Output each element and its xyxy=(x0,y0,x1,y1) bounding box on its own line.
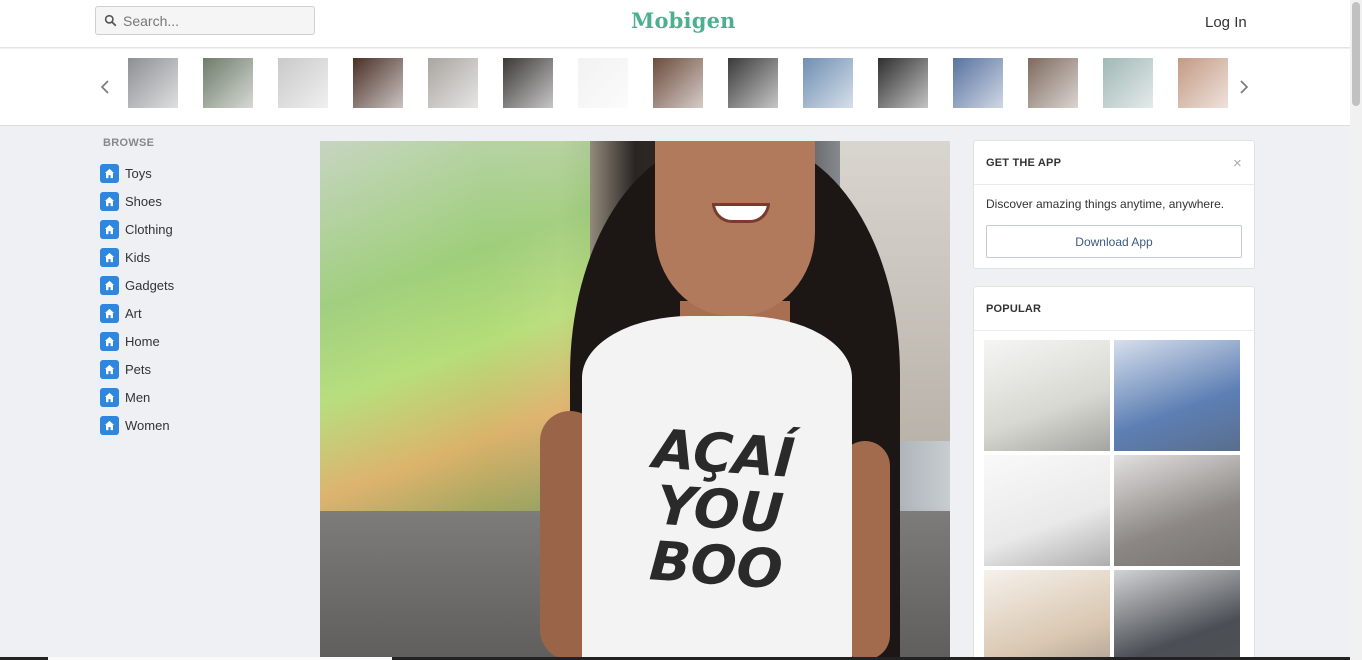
thumbnail-item[interactable] xyxy=(128,58,178,108)
wallet-photo xyxy=(653,58,703,108)
thumbnail-item[interactable] xyxy=(1103,58,1153,108)
black-sunglasses-photo xyxy=(578,58,628,108)
sidebar-item-label: Toys xyxy=(125,165,152,181)
tank-top-photo xyxy=(128,58,178,108)
thumbnail-item[interactable] xyxy=(1178,58,1228,108)
printer-device-photo[interactable] xyxy=(1114,570,1240,660)
honeycomb-shelf-photo[interactable] xyxy=(984,570,1110,660)
blonde-woman-photo xyxy=(1028,58,1078,108)
sidebar-item-pets[interactable]: Pets xyxy=(100,355,174,383)
home-icon xyxy=(100,191,119,211)
sidebar-item-label: Home xyxy=(125,333,160,349)
thumbnail-item[interactable] xyxy=(278,58,328,108)
thumbnail-item[interactable] xyxy=(1028,58,1078,108)
thumbnail-item[interactable] xyxy=(728,58,778,108)
woman-hands-photo xyxy=(1178,58,1228,108)
chevron-right-icon[interactable] xyxy=(1237,78,1251,96)
thumbnail-item[interactable] xyxy=(803,58,853,108)
browse-heading: BROWSE xyxy=(103,137,155,149)
sidebar-item-label: Men xyxy=(125,389,151,405)
search-box[interactable] xyxy=(95,6,315,35)
model-face xyxy=(655,141,815,316)
suit-watch-photo xyxy=(728,58,778,108)
page-scrollbar[interactable] xyxy=(1350,0,1362,660)
chevron-left-icon[interactable] xyxy=(98,78,112,96)
sidebar-item-women[interactable]: Women xyxy=(100,411,174,439)
home-icon xyxy=(100,415,119,435)
thumbnail-item[interactable] xyxy=(203,58,253,108)
road-rug-photo[interactable] xyxy=(1114,340,1240,451)
home-icon xyxy=(100,359,119,379)
sidebar-item-label: Kids xyxy=(125,249,151,265)
sidebar-item-art[interactable]: Art xyxy=(100,299,174,327)
thumbnail-strip xyxy=(0,49,1350,126)
home-icon xyxy=(100,303,119,323)
get-app-card: GET THE APP × Discover amazing things an… xyxy=(973,140,1255,269)
search-input[interactable] xyxy=(123,12,303,29)
sidebar-item-label: Pets xyxy=(125,361,152,377)
scrollbar-thumb[interactable] xyxy=(1352,2,1360,106)
robot-toy-photo xyxy=(203,58,253,108)
divider xyxy=(974,184,1254,185)
close-icon[interactable]: × xyxy=(1233,155,1242,172)
tank-top-print: AÇAÍ YOU BOO xyxy=(647,417,797,602)
home-icon xyxy=(100,163,119,183)
sidebar-item-label: Women xyxy=(125,417,170,433)
sidebar-item-gadgets[interactable]: Gadgets xyxy=(100,271,174,299)
sidebar-item-home[interactable]: Home xyxy=(100,327,174,355)
home-icon xyxy=(100,247,119,267)
scarf-woman-photo xyxy=(1103,58,1153,108)
wristband-photo xyxy=(503,58,553,108)
featured-product-image[interactable]: AÇAÍ YOU BOO xyxy=(320,141,950,660)
sidebar-item-label: Shoes xyxy=(125,193,162,209)
download-app-button[interactable]: Download App xyxy=(986,225,1242,258)
site-logo[interactable]: Mobigen xyxy=(631,8,736,33)
sidebar-item-label: Gadgets xyxy=(125,277,175,293)
sidebar-item-men[interactable]: Men xyxy=(100,383,174,411)
divider xyxy=(974,330,1254,331)
blue-watch-photo xyxy=(953,58,1003,108)
popular-card: POPULAR xyxy=(973,286,1255,660)
thumbnail-item[interactable] xyxy=(503,58,553,108)
sidebar-item-toys[interactable]: Toys xyxy=(100,159,174,187)
hand-joint-photo xyxy=(353,58,403,108)
cat-device-photo[interactable] xyxy=(984,455,1110,566)
category-list: Toys Shoes Clothing Kids Gadgets Art Home Pets M… xyxy=(100,159,174,439)
popular-grid xyxy=(984,340,1240,660)
thumbnail-item[interactable] xyxy=(428,58,478,108)
sidebar-item-shoes[interactable]: Shoes xyxy=(100,187,174,215)
aviator-sunglasses-photo xyxy=(278,58,328,108)
dark-watch-photo xyxy=(878,58,928,108)
home-icon xyxy=(100,331,119,351)
home-icon xyxy=(100,387,119,407)
get-app-description: Discover amazing things anytime, anywher… xyxy=(986,197,1225,211)
thumbnail-item[interactable] xyxy=(953,58,1003,108)
white-modular-house-photo[interactable] xyxy=(984,340,1110,451)
sidebar-item-clothing[interactable]: Clothing xyxy=(100,215,174,243)
thumbnail-list xyxy=(128,58,1228,108)
login-link[interactable]: Log In xyxy=(1205,14,1247,31)
get-app-title: GET THE APP xyxy=(986,157,1062,169)
home-icon xyxy=(100,275,119,295)
sidebar-item-kids[interactable]: Kids xyxy=(100,243,174,271)
search-icon xyxy=(104,14,117,27)
popular-title: POPULAR xyxy=(986,303,1042,315)
home-icon xyxy=(100,219,119,239)
sneakers-photo[interactable] xyxy=(1114,455,1240,566)
sidebar-item-label: Clothing xyxy=(125,221,173,237)
wristwatch-sky-photo xyxy=(803,58,853,108)
sidebar-item-label: Art xyxy=(125,305,142,321)
man-tshirt-photo xyxy=(428,58,478,108)
thumbnail-item[interactable] xyxy=(353,58,403,108)
top-header: Mobigen Log In xyxy=(0,0,1350,48)
thumbnail-item[interactable] xyxy=(578,58,628,108)
thumbnail-item[interactable] xyxy=(653,58,703,108)
thumbnail-item[interactable] xyxy=(878,58,928,108)
